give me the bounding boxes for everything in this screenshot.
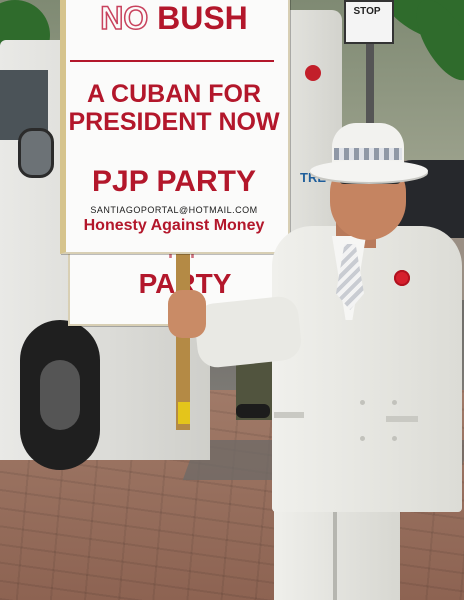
photo-scene: STOP TRE PJP PARTY NO BUSH A CUBAN FOR P…	[0, 0, 464, 600]
trouser-crease	[333, 500, 337, 600]
raised-arm	[192, 294, 304, 370]
white-hat-brim	[310, 160, 428, 182]
pole-tip	[178, 402, 190, 424]
jacket-button	[360, 436, 365, 441]
sign-headline: NO BUSH	[64, 0, 284, 37]
sign-word-no: NO	[99, 0, 149, 37]
side-mirror	[18, 128, 54, 178]
sign-rule	[70, 60, 274, 62]
red-carnation	[394, 270, 410, 286]
hand-holding-pole	[168, 290, 206, 338]
jacket-button	[392, 400, 397, 405]
wheel-hub	[40, 360, 80, 430]
pedestrian-shoe	[236, 404, 270, 418]
street-sign-text: STOP	[353, 6, 381, 17]
jacket-pocket	[386, 416, 418, 422]
jacket-pocket	[274, 412, 304, 418]
white-suit-jacket	[272, 226, 462, 512]
sign-slogan: Honesty Against Money	[83, 217, 265, 234]
sign-line-president: PRESIDENT NOW	[68, 108, 280, 136]
bus-light	[305, 65, 321, 81]
sign-line-cuban: A CUBAN FOR	[86, 80, 262, 108]
white-trousers	[274, 500, 400, 600]
sign-email: SANTIAGOPORTAL@HOTMAIL.COM	[90, 205, 258, 215]
hat-band	[334, 148, 402, 160]
jacket-button	[392, 436, 397, 441]
jacket-button	[360, 400, 365, 405]
sign-line-party: PJP PARTY	[92, 165, 256, 198]
sign-word-bush: BUSH	[157, 0, 248, 36]
